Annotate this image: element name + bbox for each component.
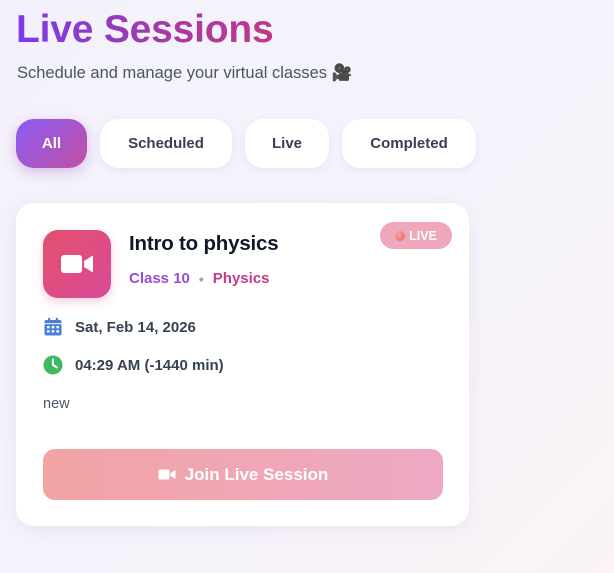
page-subtitle: Schedule and manage your virtual classes… (17, 64, 353, 82)
clock-icon (43, 355, 63, 375)
session-title: Intro to physics (129, 232, 279, 255)
subject-label: Physics (212, 270, 270, 287)
join-button-label: Join Live Session (184, 464, 329, 484)
class-label: Class 10 (129, 270, 190, 287)
live-dot-icon (395, 230, 406, 241)
tab-live[interactable]: Live (245, 119, 329, 168)
session-time: 04:29 AM (-1440 min) (75, 356, 224, 374)
session-date: Sat, Feb 14, 2026 (75, 318, 196, 336)
session-icon-tile (43, 230, 111, 298)
tab-scheduled[interactable]: Scheduled (100, 119, 232, 168)
page-title: Live Sessions (16, 6, 274, 54)
calendar-icon (43, 317, 63, 337)
meta-separator: • (198, 270, 204, 287)
status-badge-label: LIVE (409, 228, 437, 243)
session-card: Intro to physics Class 10 • Physics LIVE… (16, 203, 469, 526)
session-meta: Class 10 • Physics (129, 270, 270, 287)
tab-completed[interactable]: Completed (342, 119, 476, 168)
video-camera-icon (158, 469, 176, 480)
status-badge: LIVE (380, 222, 452, 249)
session-date-row: Sat, Feb 14, 2026 (43, 317, 196, 337)
video-camera-icon (61, 255, 93, 273)
filter-tabs: All Scheduled Live Completed (16, 119, 476, 168)
session-time-row: 04:29 AM (-1440 min) (43, 355, 224, 375)
join-live-session-button[interactable]: Join Live Session (43, 449, 443, 500)
tab-all[interactable]: All (16, 119, 87, 168)
session-description: new (43, 396, 70, 412)
